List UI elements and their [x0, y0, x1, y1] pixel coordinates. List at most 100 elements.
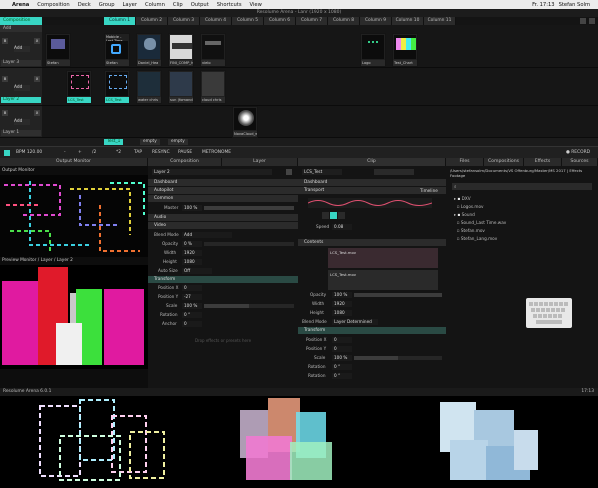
- add-button[interactable]: Add: [14, 46, 30, 52]
- file-item[interactable]: ▫ Sound_Last Time.wav: [454, 219, 594, 227]
- column-7[interactable]: Column 7: [296, 17, 328, 25]
- video-track[interactable]: LCS_Test.mov: [328, 270, 438, 290]
- clip-slot[interactable]: NovaCloud_wall: [232, 106, 258, 138]
- layer-name[interactable]: Layer 2: [1, 97, 41, 103]
- gear-icon[interactable]: [580, 18, 586, 24]
- pause-button[interactable]: PAUSE: [178, 150, 192, 156]
- width-value[interactable]: 1920: [182, 250, 202, 256]
- column-1[interactable]: Column 1: [104, 17, 136, 25]
- position-y-value[interactable]: -27: [182, 294, 202, 300]
- column-5[interactable]: Column 5: [232, 17, 264, 25]
- scale-slider[interactable]: [204, 304, 294, 308]
- file-item[interactable]: ▸ ▪ Sound: [454, 211, 594, 219]
- clip-slot[interactable]: LCS_Test: [104, 70, 130, 104]
- column-11[interactable]: Column 11: [424, 17, 456, 25]
- compositions-tab[interactable]: Compositions: [484, 158, 524, 166]
- virtual-keyboard-widget[interactable]: [526, 298, 572, 328]
- column-9[interactable]: Column 9: [360, 17, 392, 25]
- comp-tab-2[interactable]: empty: [140, 139, 160, 145]
- clip-slot[interactable]: Daniel_Hea: [136, 33, 162, 67]
- clip-opacity-value[interactable]: 100 %: [332, 292, 352, 298]
- column-10[interactable]: Column 10: [392, 17, 424, 25]
- clear-button[interactable]: X: [34, 110, 40, 116]
- bypass-button[interactable]: B: [2, 76, 8, 82]
- effects-tab[interactable]: Effects: [524, 158, 562, 166]
- play-icon[interactable]: [338, 212, 345, 219]
- clip-slot[interactable]: Logo: [360, 33, 386, 67]
- app-menu[interactable]: Arena: [12, 2, 29, 8]
- clip-slot[interactable]: LCS_Test: [66, 70, 92, 104]
- tap-button[interactable]: TAP: [134, 150, 142, 156]
- menu-shortcuts[interactable]: Shortcuts: [217, 2, 242, 8]
- section-audio[interactable]: Audio: [148, 214, 298, 221]
- comp-tab-3[interactable]: empty: [168, 139, 188, 145]
- add-button[interactable]: Add: [14, 85, 30, 91]
- blend-mode-select[interactable]: Add: [182, 232, 232, 238]
- add-button[interactable]: Add: [14, 119, 30, 125]
- clip-scale-value[interactable]: 100 %: [332, 355, 352, 361]
- clip-slot[interactable]: water chris: [136, 70, 162, 104]
- resync-button[interactable]: RESYNC: [152, 150, 170, 156]
- layer-name[interactable]: Layer 3: [1, 60, 41, 66]
- bpm-double[interactable]: *2: [116, 150, 121, 156]
- clip-tab[interactable]: Clip: [298, 158, 446, 166]
- file-item[interactable]: ▸ ▪ DXV: [454, 195, 594, 203]
- menu-view[interactable]: View: [250, 2, 262, 8]
- menu-composition[interactable]: Composition: [37, 2, 69, 8]
- output-monitor-tab[interactable]: Output Monitor: [0, 158, 148, 166]
- comp-tab-1[interactable]: Test_1: [104, 139, 124, 145]
- column-3[interactable]: Column 3: [168, 17, 200, 25]
- composition-tab[interactable]: Composition: [148, 158, 222, 166]
- column-2[interactable]: Column 2: [136, 17, 168, 25]
- expand-icon[interactable]: [589, 18, 595, 24]
- drop-effects-hint[interactable]: Drop effects or presets here: [148, 338, 298, 343]
- clip-slot[interactable]: vielo: [200, 33, 226, 67]
- clip-rotation-y-value[interactable]: 0 °: [332, 373, 352, 379]
- clip-slot[interactable]: Stefan: [45, 33, 71, 67]
- metronome-button[interactable]: METRONOME: [202, 150, 231, 156]
- opacity-value[interactable]: 0 %: [182, 241, 202, 247]
- layer-name-field[interactable]: Layer 2: [152, 169, 272, 175]
- clip-position-y-value[interactable]: 0: [332, 346, 352, 352]
- menu-column[interactable]: Column: [145, 2, 165, 8]
- column-6[interactable]: Column 6: [264, 17, 296, 25]
- bpm-minus[interactable]: -: [64, 150, 66, 156]
- layer-name[interactable]: Layer 1: [1, 130, 41, 136]
- clear-button[interactable]: X: [34, 38, 40, 44]
- height-value[interactable]: 1080: [182, 259, 202, 265]
- section-common[interactable]: Common: [148, 195, 298, 202]
- position-x-value[interactable]: 0: [182, 285, 202, 291]
- clip-slot[interactable]: Mobicle - Last Time Stefan: [104, 33, 130, 67]
- file-item[interactable]: ▫ Logos.mov: [454, 203, 594, 211]
- file-item[interactable]: ▫ Stefan_Lang.mov: [454, 235, 594, 243]
- menu-layer[interactable]: Layer: [123, 2, 137, 8]
- clip-height-value[interactable]: 1080: [332, 310, 352, 316]
- section-transform[interactable]: Transform: [148, 276, 298, 283]
- metronome-icon[interactable]: [4, 150, 10, 156]
- files-search-input[interactable]: [452, 183, 592, 190]
- composition-button[interactable]: Composition: [0, 17, 42, 25]
- master-value[interactable]: 100 %: [182, 205, 202, 211]
- clear-button[interactable]: X: [34, 76, 40, 82]
- autosize-select[interactable]: Off: [182, 268, 212, 274]
- clip-position-x-value[interactable]: 0: [332, 337, 352, 343]
- menu-group[interactable]: Group: [99, 2, 115, 8]
- anchor-value[interactable]: 0: [182, 321, 202, 327]
- clip-slot[interactable]: Test_Chart: [392, 33, 418, 67]
- section-dashboard[interactable]: Dashboard: [148, 179, 298, 186]
- opacity-slider[interactable]: [204, 242, 294, 246]
- pause-icon[interactable]: [330, 212, 337, 219]
- clip-rotation-x-value[interactable]: 0 °: [332, 364, 352, 370]
- scale-value[interactable]: 100 %: [182, 303, 202, 309]
- clip-scale-slider[interactable]: [354, 356, 442, 360]
- clip-slot[interactable]: cloud chris: [200, 70, 226, 104]
- master-slider[interactable]: [204, 206, 294, 210]
- audio-track[interactable]: LCS_Test.mov: [328, 248, 438, 268]
- menu-deck[interactable]: Deck: [78, 2, 91, 8]
- file-item[interactable]: ▫ Stefan.mov: [454, 227, 594, 235]
- layer-4-add-top[interactable]: Add: [3, 26, 11, 31]
- clip-section-dashboard[interactable]: Dashboard: [298, 179, 446, 186]
- clip-slot[interactable]: sun (fomanden): [168, 70, 194, 104]
- user-name[interactable]: Stefan Solm: [559, 2, 590, 8]
- bypass-button[interactable]: B: [2, 38, 8, 44]
